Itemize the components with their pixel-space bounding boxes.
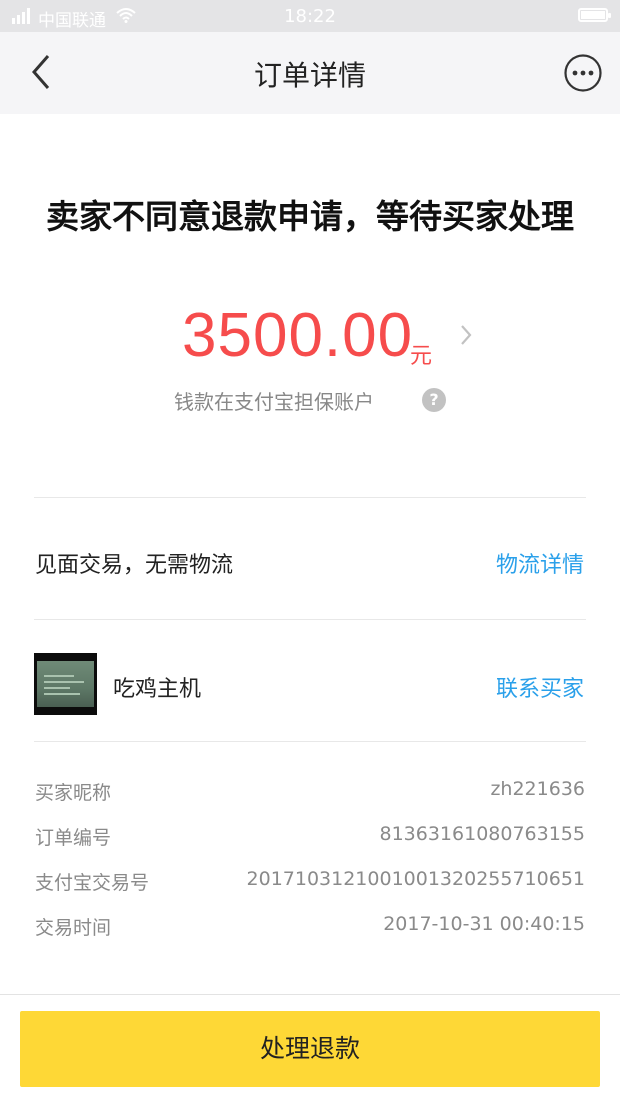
amount-display[interactable]: 3500.00 元 xyxy=(0,300,620,380)
logistics-detail-link[interactable]: 物流详情 xyxy=(496,547,584,579)
product-thumbnail[interactable] xyxy=(34,653,97,715)
divider xyxy=(0,994,620,995)
currency-unit: 元 xyxy=(410,344,433,369)
handle-refund-button[interactable]: 处理退款 xyxy=(20,1011,600,1087)
status-bar: 中国联通 18:22 xyxy=(0,0,620,32)
battery-icon xyxy=(578,8,611,22)
order-detail-screen: 中国联通 18:22 订单详情 卖家不同意退款申请，等待买家处理 3500.00… xyxy=(0,0,620,1102)
nav-bar: 订单详情 xyxy=(0,32,620,114)
alipay-trade-number-value: 2017103121001001320255710651 xyxy=(246,868,585,890)
escrow-note: 钱款在支付宝担保账户 xyxy=(174,390,374,414)
order-number-value: 81363161080763155 xyxy=(379,823,585,845)
divider xyxy=(34,497,586,498)
refund-amount: 3500.00 xyxy=(182,301,414,370)
more-horizontal-icon[interactable] xyxy=(563,53,603,93)
clock: 18:22 xyxy=(284,6,336,27)
product-name: 吃鸡主机 xyxy=(113,677,202,702)
trade-time-label: 交易时间 xyxy=(35,917,112,939)
order-status-headline: 卖家不同意退款申请，等待买家处理 xyxy=(46,197,574,236)
contact-buyer-link[interactable]: 联系买家 xyxy=(496,671,584,703)
buyer-nick-value: zh221636 xyxy=(490,778,585,800)
page-title: 订单详情 xyxy=(253,59,366,92)
trade-time-value: 2017-10-31 00:40:15 xyxy=(383,913,585,935)
buyer-nick-label: 买家昵称 xyxy=(35,782,112,804)
help-icon[interactable]: ? xyxy=(422,388,446,412)
divider xyxy=(34,619,586,620)
divider xyxy=(34,741,586,742)
alipay-trade-number-label: 支付宝交易号 xyxy=(35,872,150,894)
logistics-text: 见面交易，无需物流 xyxy=(35,553,234,578)
order-number-label: 订单编号 xyxy=(35,827,112,849)
chevron-right-icon[interactable] xyxy=(459,323,473,347)
